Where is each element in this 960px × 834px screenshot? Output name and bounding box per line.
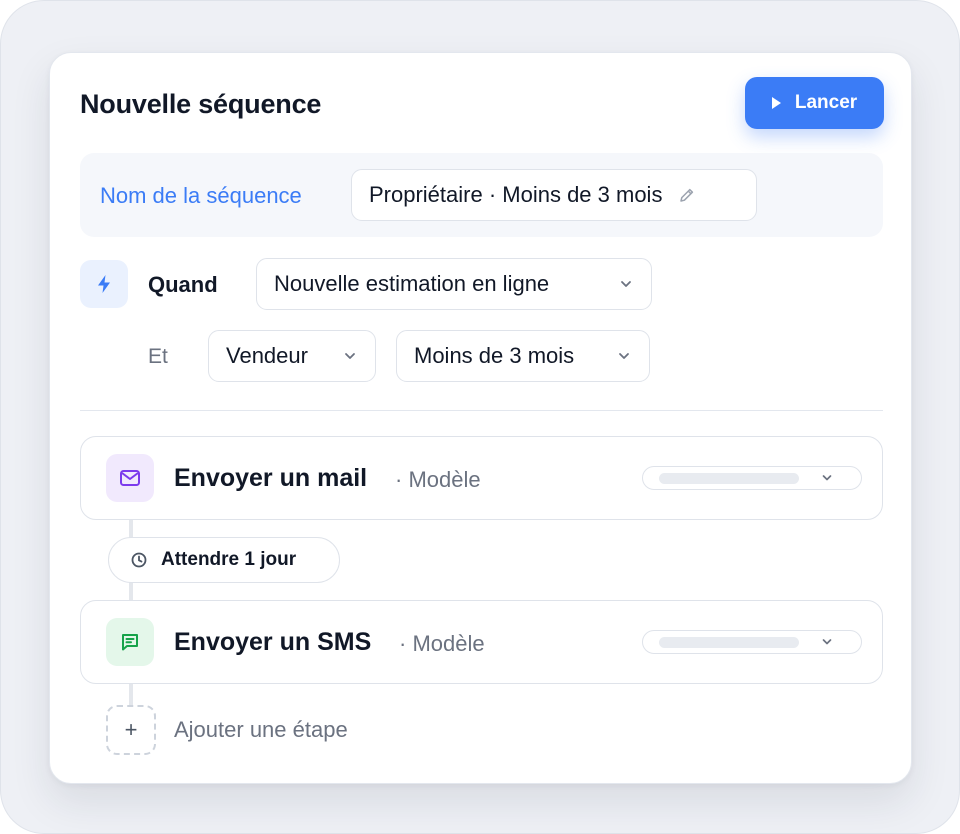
launch-button[interactable]: Lancer: [745, 77, 884, 129]
sequence-name-section: Nom de la séquence Propriétaire · Moins …: [80, 153, 883, 237]
sequence-card: Nouvelle séquence Lancer Nom de la séque…: [49, 52, 912, 784]
step-subtitle: · Modèle: [395, 467, 481, 492]
add-step-label[interactable]: Ajouter une étape: [174, 717, 348, 743]
and-label: Et: [148, 345, 168, 368]
when-label: Quand: [148, 272, 218, 297]
chevron-down-icon: [822, 639, 832, 645]
sequence-name-field[interactable]: Propriétaire · Moins de 3 mois: [351, 169, 757, 221]
chevron-down-icon: [619, 353, 629, 359]
launch-button-label: Lancer: [794, 92, 858, 113]
chevron-down-icon: [822, 475, 832, 481]
play-icon: [771, 97, 781, 109]
step-title: Envoyer un SMS: [174, 628, 372, 656]
trigger-event-select[interactable]: Nouvelle estimation en ligne: [256, 258, 652, 310]
clock-icon: [131, 552, 147, 568]
trigger-event-value: Nouvelle estimation en ligne: [274, 271, 550, 296]
sequence-name-label: Nom de la séquence: [100, 183, 302, 208]
message-icon: [122, 634, 138, 651]
template-select[interactable]: [642, 466, 862, 490]
timeline-connector: [129, 519, 133, 539]
wait-step[interactable]: Attendre 1 jour: [108, 537, 340, 583]
step-card-sms[interactable]: Envoyer un SMS · Modèle: [80, 600, 883, 684]
condition-role-select[interactable]: Vendeur: [208, 330, 376, 382]
pencil-icon[interactable]: [678, 186, 696, 204]
chevron-down-icon: [621, 281, 631, 287]
step-title: Envoyer un mail: [174, 464, 368, 492]
template-select[interactable]: [642, 630, 862, 654]
sequence-name-value: Propriétaire · Moins de 3 mois: [369, 182, 663, 207]
section-divider: [80, 410, 883, 411]
template-placeholder-bar: [659, 637, 799, 648]
template-placeholder-bar: [659, 473, 799, 484]
condition-delay-select[interactable]: Moins de 3 mois: [396, 330, 650, 382]
mail-icon: [120, 470, 140, 486]
condition-delay-value: Moins de 3 mois: [414, 343, 575, 368]
trigger-icon-box: [80, 260, 128, 308]
condition-role-value: Vendeur: [226, 343, 308, 368]
add-step-button[interactable]: +: [106, 705, 156, 755]
background-frame: Nouvelle séquence Lancer Nom de la séque…: [0, 0, 960, 834]
step-subtitle: · Modèle: [399, 631, 485, 656]
step-card-email[interactable]: Envoyer un mail · Modèle: [80, 436, 883, 520]
chevron-down-icon: [345, 353, 355, 359]
page-title: Nouvelle séquence: [80, 89, 322, 119]
step-icon-box: [106, 618, 154, 666]
bolt-icon: [98, 275, 110, 293]
wait-label: Attendre 1 jour: [161, 549, 297, 570]
timeline-connector: [129, 582, 133, 602]
step-icon-box: [106, 454, 154, 502]
timeline-connector: [129, 683, 133, 705]
